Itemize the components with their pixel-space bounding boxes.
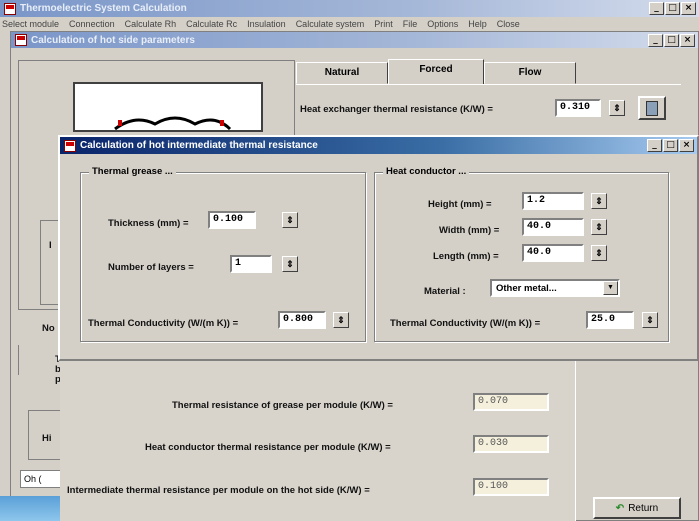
hx-resistance-label: Heat exchanger thermal resistance (K/W) … bbox=[300, 104, 493, 115]
menu-select-module[interactable]: Select module bbox=[2, 19, 59, 29]
height-field[interactable]: 1.2 bbox=[522, 192, 584, 210]
layers-spin-icon[interactable]: ⇕ bbox=[282, 256, 298, 272]
left-blue-strip bbox=[0, 496, 60, 521]
conductor-conductivity-spin-icon[interactable]: ⇕ bbox=[642, 312, 658, 328]
hx-resistance-field[interactable]: 0.310 bbox=[555, 99, 601, 117]
tab-forced-label: Forced bbox=[419, 64, 453, 75]
app-title: Thermoelectric System Calculation bbox=[20, 3, 187, 14]
conductor-conductivity-label: Thermal Conductivity (W/(m K)) = bbox=[390, 318, 541, 329]
tab-content-line bbox=[296, 84, 681, 85]
calculator-icon bbox=[646, 100, 658, 116]
calculator-button[interactable] bbox=[638, 96, 666, 120]
menu-file[interactable]: File bbox=[403, 19, 418, 29]
thermal-grease-title: Thermal grease ... bbox=[89, 166, 176, 177]
height-label: Height (mm) = bbox=[428, 199, 492, 210]
dialog-icon bbox=[64, 139, 76, 152]
result-conductor-label: Heat conductor thermal resistance per mo… bbox=[145, 442, 391, 453]
chevron-down-icon[interactable]: ▼ bbox=[603, 281, 618, 295]
results-right-divider bbox=[575, 360, 576, 521]
result-grease-label: Thermal resistance of grease per module … bbox=[172, 400, 393, 411]
left-button-oh[interactable]: Oh ( bbox=[20, 470, 65, 488]
left-label-hi: Hi bbox=[42, 433, 52, 444]
height-spin-icon[interactable]: ⇕ bbox=[591, 193, 607, 209]
tab-strip: Natural Forced Flow bbox=[296, 59, 676, 84]
menu-help[interactable]: Help bbox=[468, 19, 487, 29]
left-divider bbox=[18, 345, 19, 375]
dialog-title: Calculation of hot intermediate thermal … bbox=[80, 140, 318, 151]
app-icon bbox=[4, 2, 16, 15]
layers-field[interactable]: 1 bbox=[230, 255, 272, 273]
width-label: Width (mm) = bbox=[439, 225, 500, 236]
menu-print[interactable]: Print bbox=[374, 19, 393, 29]
result-grease-field: 0.070 bbox=[473, 393, 549, 411]
result-conductor-field: 0.030 bbox=[473, 435, 549, 453]
hx-spin-icon[interactable]: ⇕ bbox=[609, 100, 625, 116]
hot-window-icon bbox=[15, 34, 27, 46]
conductor-conductivity-field[interactable]: 25.0 bbox=[586, 311, 634, 329]
close-icon[interactable]: × bbox=[681, 2, 696, 15]
tab-natural[interactable]: Natural bbox=[296, 62, 388, 84]
dialog-close-icon[interactable]: × bbox=[679, 139, 694, 152]
heat-conductor-title: Heat conductor ... bbox=[383, 166, 470, 177]
return-arrow-icon: ↶ bbox=[615, 502, 625, 514]
menu-calculate-rh[interactable]: Calculate Rh bbox=[125, 19, 177, 29]
menu-insulation[interactable]: Insulation bbox=[247, 19, 286, 29]
grease-conductivity-label: Thermal Conductivity (W/(m K)) = bbox=[88, 318, 239, 329]
length-spin-icon[interactable]: ⇕ bbox=[591, 245, 607, 261]
minimize-icon[interactable]: _ bbox=[649, 2, 664, 15]
tab-forced[interactable]: Forced bbox=[388, 59, 484, 84]
dialog-maximize-icon[interactable]: □ bbox=[663, 139, 678, 152]
hot-close-icon[interactable]: × bbox=[680, 33, 695, 47]
result-intermediate-label: Intermediate thermal resistance per modu… bbox=[67, 485, 370, 496]
layers-label: Number of layers = bbox=[108, 262, 194, 273]
hot-minimize-icon[interactable]: _ bbox=[648, 33, 663, 47]
width-spin-icon[interactable]: ⇕ bbox=[591, 219, 607, 235]
grease-conductivity-field[interactable]: 0.800 bbox=[278, 311, 326, 329]
material-select-value: Other metal... bbox=[496, 282, 557, 294]
menu-calculate-rc[interactable]: Calculate Rc bbox=[186, 19, 237, 29]
grease-conductivity-spin-icon[interactable]: ⇕ bbox=[333, 312, 349, 328]
menu-options[interactable]: Options bbox=[427, 19, 458, 29]
thickness-field[interactable]: 0.100 bbox=[208, 211, 256, 229]
tab-flow[interactable]: Flow bbox=[484, 62, 576, 84]
left-label-no: No bbox=[42, 323, 55, 334]
hot-window-title: Calculation of hot side parameters bbox=[31, 34, 195, 46]
app-title-bar: Thermoelectric System Calculation _ □ × bbox=[0, 0, 699, 17]
length-field[interactable]: 40.0 bbox=[522, 244, 584, 262]
length-label: Length (mm) = bbox=[433, 251, 499, 262]
module-image-frame bbox=[73, 82, 263, 132]
result-intermediate-field: 0.100 bbox=[473, 478, 549, 496]
thickness-label: Thickness (mm) = bbox=[108, 218, 189, 229]
menu-connection[interactable]: Connection bbox=[69, 19, 115, 29]
hot-window-title-bar: Calculation of hot side parameters _ □ × bbox=[11, 32, 698, 48]
thickness-spin-icon[interactable]: ⇕ bbox=[282, 212, 298, 228]
material-select[interactable]: Other metal... ▼ bbox=[490, 279, 620, 297]
menu-close[interactable]: Close bbox=[497, 19, 520, 29]
hot-maximize-icon[interactable]: □ bbox=[664, 33, 679, 47]
dialog-minimize-icon[interactable]: _ bbox=[647, 139, 662, 152]
dialog-title-bar: Calculation of hot intermediate thermal … bbox=[60, 137, 697, 154]
return-button-label: Return bbox=[628, 502, 659, 514]
tab-natural-label: Natural bbox=[324, 67, 360, 78]
module-diagram-icon bbox=[114, 116, 232, 130]
left-label-i: I bbox=[49, 240, 52, 251]
return-button[interactable]: ↶ Return bbox=[593, 497, 681, 519]
left-button-oh-label: Oh ( bbox=[24, 474, 42, 484]
menu-calculate-system[interactable]: Calculate system bbox=[296, 19, 365, 29]
menu-bar: Select module Connection Calculate Rh Ca… bbox=[0, 17, 699, 31]
material-label: Material : bbox=[424, 286, 466, 297]
width-field[interactable]: 40.0 bbox=[522, 218, 584, 236]
tab-flow-label: Flow bbox=[518, 67, 542, 78]
maximize-icon[interactable]: □ bbox=[665, 2, 680, 15]
